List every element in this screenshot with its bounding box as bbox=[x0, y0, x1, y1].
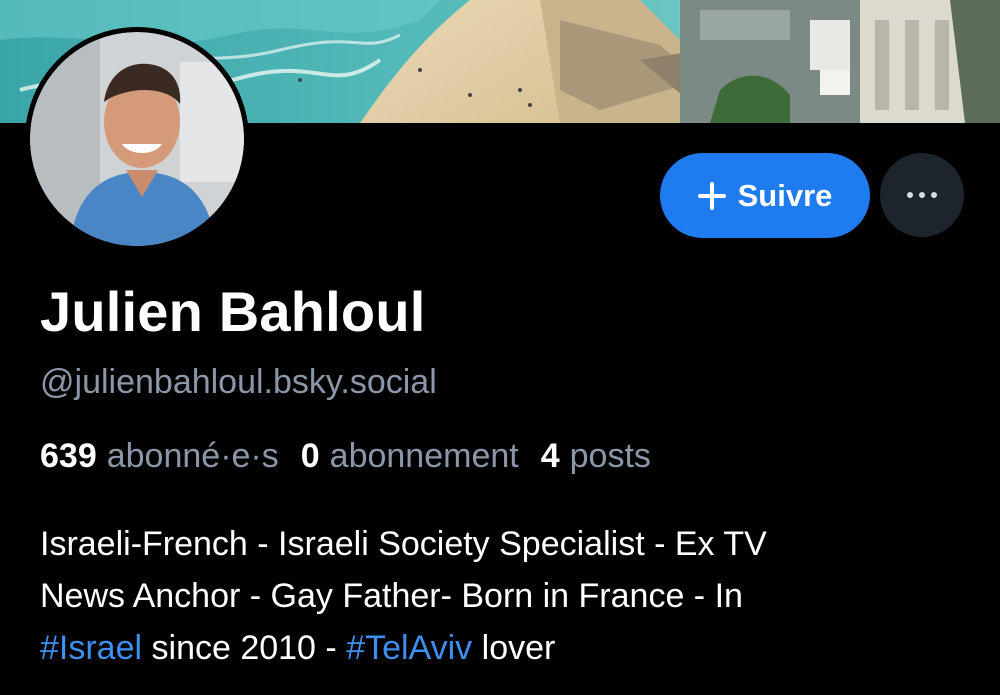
avatar-photo bbox=[30, 32, 244, 246]
display-name: Julien Bahloul bbox=[40, 280, 426, 343]
following-stat[interactable]: 0 abonnement bbox=[301, 437, 519, 476]
profile-handle: @julienbahloul.bsky.social bbox=[40, 363, 437, 401]
plus-icon bbox=[697, 181, 726, 210]
followers-count: 639 bbox=[40, 437, 97, 475]
hashtag-telaviv-link[interactable]: #TelAviv bbox=[346, 629, 472, 667]
following-count: 0 bbox=[300, 437, 320, 475]
ellipsis-icon bbox=[907, 192, 913, 198]
more-options-button[interactable] bbox=[880, 153, 964, 237]
hashtag-israel-link[interactable]: #Israel bbox=[40, 629, 142, 667]
bio-line: Israeli-French - Israeli Society Special… bbox=[40, 525, 767, 563]
followers-label: abonné·e·s bbox=[106, 437, 279, 475]
bio-text: lover bbox=[472, 629, 556, 667]
bio-line: News Anchor - Gay Father- Born in France… bbox=[40, 577, 743, 615]
bio-text: since 2010 - bbox=[142, 629, 347, 667]
follow-button-label: Suivre bbox=[737, 177, 833, 213]
following-label: abonnement bbox=[329, 437, 519, 475]
profile-bio: Israeli-French - Israeli Society Special… bbox=[40, 518, 960, 674]
profile-stats: 639 abonné·e·s 0 abonnement 4 posts bbox=[40, 437, 673, 476]
posts-label: posts bbox=[569, 437, 651, 475]
ellipsis-icon bbox=[919, 192, 925, 198]
followers-stat[interactable]: 639 abonné·e·s bbox=[40, 437, 279, 476]
posts-stat: 4 posts bbox=[541, 437, 651, 476]
posts-count: 4 bbox=[540, 437, 560, 475]
follow-button[interactable]: Suivre bbox=[660, 153, 870, 238]
ellipsis-icon bbox=[931, 192, 937, 198]
bio-line: #Israel since 2010 - #TelAviv lover bbox=[40, 622, 960, 674]
profile-avatar[interactable] bbox=[25, 27, 249, 251]
